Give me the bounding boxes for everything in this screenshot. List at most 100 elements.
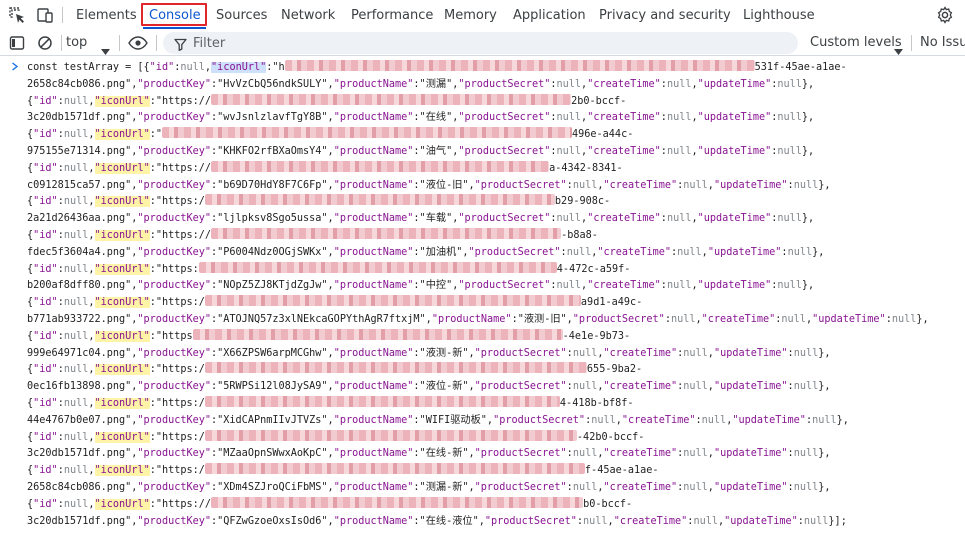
selected-text: "iconUrl" (211, 62, 267, 73)
sidebar-toggle-icon[interactable] (7, 33, 27, 53)
json-text: a9d1-a49c- (580, 297, 643, 309)
json-null: null (683, 482, 708, 493)
json-null: null (63, 196, 89, 208)
console-line: 975155e71314.png","productKey":"KHKFO2rf… (27, 143, 814, 160)
json-key: "productSecret" (458, 280, 551, 292)
json-key: "updateTime" (707, 246, 782, 258)
tab-lighthouse[interactable]: Lighthouse (743, 0, 815, 31)
json-key: "productKey" (137, 314, 212, 325)
redacted-blur (284, 60, 755, 71)
tab-sources[interactable]: Sources (216, 0, 267, 31)
json-text: , (88, 330, 95, 342)
search-match-highlight: "iconUrl" (94, 498, 150, 510)
redacted-blur (204, 362, 587, 374)
json-text: :"KHKFO2rfBXaOmsY4", (211, 146, 334, 157)
json-key: "updateTime" (697, 213, 772, 225)
console-output: const testArray = [{"id":null,"iconUrl":… (0, 56, 965, 552)
tab-application[interactable]: Application (513, 0, 586, 31)
json-key: "productSecret" (474, 448, 567, 460)
redacted-blur (204, 295, 581, 307)
json-key: "productName" (333, 213, 414, 225)
json-text: :"https:/ (149, 398, 205, 409)
search-match-highlight: "iconUrl" (94, 95, 150, 107)
context-selector[interactable]: top (66, 31, 87, 55)
json-text: 2658c84cb086.png", (27, 78, 138, 90)
json-text: 496e-a44c- (572, 129, 634, 141)
console-line: 3c20db1571df.png","productKey":"MZaaOpnS… (27, 445, 831, 462)
json-null: null (63, 330, 89, 342)
json-key: "updateTime" (812, 314, 886, 325)
json-text: :"https:// (149, 498, 212, 510)
json-text: , (88, 398, 95, 409)
json-text: }, (818, 179, 831, 191)
json-text: , (88, 129, 95, 141)
json-null: null (891, 314, 917, 325)
filter-input[interactable] (193, 32, 783, 54)
json-text: 2a21d26436aa.png", (27, 213, 138, 225)
json-text: }, (801, 78, 815, 90)
json-key: "productName" (333, 146, 414, 157)
json-text: :"https:// (149, 230, 212, 241)
tab-privacy-and-security[interactable]: Privacy and security (599, 0, 731, 31)
json-null: null (63, 230, 89, 241)
json-key: "id" (33, 129, 58, 141)
device-toolbar-icon[interactable] (35, 5, 55, 25)
redacted-blur (211, 93, 572, 105)
json-null: null (556, 213, 582, 225)
json-null: null (63, 162, 89, 174)
json-key: "productSecret" (458, 146, 551, 157)
json-key: "id" (33, 95, 58, 107)
json-key: "id" (33, 498, 58, 510)
json-null: null (777, 213, 802, 225)
live-expression-eye-icon[interactable] (128, 33, 148, 53)
json-key: "createTime" (603, 482, 678, 493)
json-key: "productKey" (137, 78, 212, 90)
search-match-highlight: "iconUrl" (94, 330, 150, 342)
json-text: :"车载", (413, 213, 459, 225)
json-text: :"https:/ (149, 297, 205, 309)
json-text: :"https: (149, 263, 199, 275)
settings-gear-icon[interactable] (935, 5, 955, 25)
json-key: "createTime" (613, 515, 688, 527)
redacted-blur (192, 328, 563, 340)
toolbar-separator (61, 35, 62, 51)
json-text: a-4342-8341- (549, 162, 623, 174)
json-key: "id" (33, 330, 58, 342)
json-key: "productKey" (137, 112, 212, 124)
json-text: 531f-45ae-a1ae- (754, 62, 847, 73)
clear-console-icon[interactable] (35, 33, 55, 53)
json-text: :"NOpZ5ZJ8KTjdZgJw", (211, 280, 334, 292)
json-key: "id" (33, 297, 58, 309)
json-text: }, (801, 112, 815, 124)
json-null: null (572, 347, 598, 359)
tab-elements[interactable]: Elements (76, 0, 137, 31)
json-text: 2b0-bccf- (571, 95, 627, 107)
json-text: 2658c84cb086.png", (27, 482, 138, 493)
expand-chevron-right-icon[interactable] (11, 61, 19, 74)
json-null: null (701, 414, 727, 426)
json-text: :"油气", (413, 146, 459, 157)
json-text: :"在线-新", (413, 448, 475, 460)
json-null: null (683, 347, 708, 359)
inspect-element-icon[interactable] (7, 5, 27, 25)
json-text: -b8a8- (561, 230, 598, 241)
json-text: :"ATOJNQ57z3xlNEkcaGOPYthAgR7ftxjM", (211, 314, 432, 325)
redacted-blur (211, 160, 550, 172)
json-text: 44e4767b0e07.png", (27, 414, 138, 426)
json-null: null (693, 515, 718, 527)
tab-performance[interactable]: Performance (351, 0, 433, 31)
tab-network[interactable]: Network (281, 0, 335, 31)
json-text: :"HvVzCbQ56ndkSULY", (211, 78, 334, 90)
json-null: null (677, 246, 702, 258)
json-text: , (88, 465, 95, 477)
log-levels-dropdown[interactable]: Custom levels (810, 31, 902, 55)
json-text: :"在线-液位", (413, 515, 485, 527)
json-text: :"wvJsnlzlavfTgY8B", (211, 112, 334, 124)
json-null: null (666, 213, 692, 225)
issues-counter[interactable]: No Issues (920, 31, 965, 55)
json-key: "id" (33, 196, 58, 208)
json-key: "id" (33, 431, 58, 443)
json-text: , (88, 162, 95, 174)
json-key: "productName" (333, 112, 414, 124)
tab-memory[interactable]: Memory (444, 0, 497, 31)
